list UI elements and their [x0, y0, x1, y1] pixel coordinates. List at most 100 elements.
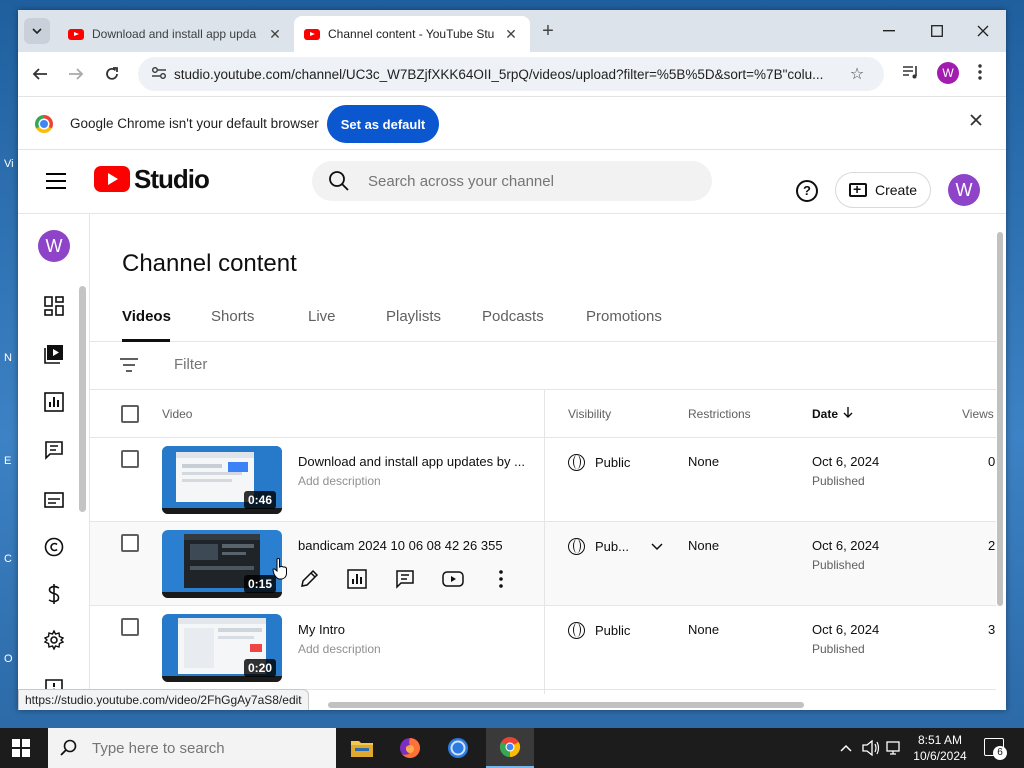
taskbar-chrome[interactable]: [486, 728, 534, 768]
column-header-visibility[interactable]: Visibility: [568, 407, 611, 421]
browser-tab-download-guide[interactable]: Download and install app upda ✕: [58, 16, 294, 52]
channel-avatar[interactable]: W: [38, 230, 70, 262]
tab-videos[interactable]: Videos: [122, 308, 171, 325]
volume-icon[interactable]: [862, 739, 880, 759]
sidebar-item-settings[interactable]: [18, 620, 90, 660]
back-button[interactable]: [28, 62, 52, 86]
video-thumbnail[interactable]: 0:15: [162, 530, 282, 598]
maximize-button[interactable]: [914, 16, 960, 46]
visibility-cell[interactable]: Public: [568, 454, 630, 471]
taskbar-firefox[interactable]: [386, 728, 434, 768]
chrome-profile-avatar[interactable]: W: [937, 62, 959, 84]
edit-pencil-icon[interactable]: [298, 568, 322, 592]
youtube-play-icon[interactable]: [442, 568, 466, 592]
visibility-cell[interactable]: Public: [568, 622, 630, 639]
table-row[interactable]: 0:46 Download and install app updates by…: [90, 438, 996, 522]
address-bar[interactable]: studio.youtube.com/channel/UC3c_W7BZjfXK…: [138, 57, 884, 91]
account-avatar[interactable]: W: [948, 174, 980, 206]
chrome-icon: [499, 737, 521, 758]
tab-live[interactable]: Live: [308, 308, 336, 325]
sidebar-item-copyright[interactable]: [18, 527, 90, 567]
minimize-button[interactable]: [866, 16, 912, 46]
video-description[interactable]: Add description: [298, 474, 381, 488]
channel-search-box[interactable]: [312, 161, 712, 201]
table-row[interactable]: 0:20 My Intro Add description Public Non…: [90, 606, 996, 690]
content-vertical-scrollbar[interactable]: [997, 232, 1003, 606]
taskbar-blue-app[interactable]: [434, 728, 482, 768]
search-input[interactable]: [368, 172, 688, 190]
select-all-checkbox[interactable]: [121, 405, 139, 423]
video-title[interactable]: Download and install app updates by ...: [298, 454, 528, 469]
column-header-restrictions[interactable]: Restrictions: [688, 407, 751, 421]
chevron-down-icon: [32, 28, 42, 34]
chrome-menu-icon[interactable]: [978, 64, 982, 85]
column-header-views[interactable]: Views: [962, 407, 994, 421]
default-browser-infobar: Google Chrome isn't your default browser…: [18, 96, 1006, 150]
comments-icon[interactable]: [394, 568, 418, 592]
column-header-video: Video: [162, 407, 193, 421]
studio-logo-text[interactable]: Studio: [134, 164, 210, 195]
media-controls-icon[interactable]: [902, 64, 920, 85]
video-title[interactable]: bandicam 2024 10 06 08 42 26 355: [298, 538, 528, 553]
content-icon: [44, 345, 63, 364]
taskbar-search-input[interactable]: [92, 739, 312, 757]
taskbar-file-explorer[interactable]: [338, 728, 386, 768]
video-description[interactable]: Add description: [298, 642, 381, 656]
sidebar-item-earn[interactable]: [18, 574, 90, 614]
site-settings-icon[interactable]: [144, 66, 174, 83]
taskbar-clock[interactable]: 8:51 AM 10/6/2024: [905, 732, 975, 764]
taskbar-search-box[interactable]: [48, 728, 336, 768]
help-icon[interactable]: ?: [796, 180, 818, 202]
content-horizontal-scrollbar[interactable]: [328, 702, 804, 708]
tray-chevron-up-icon[interactable]: [840, 740, 852, 755]
tab-title: Channel content - YouTube Stu: [328, 27, 495, 41]
publish-status: Published: [812, 558, 865, 572]
notification-count-badge: 6: [993, 746, 1007, 760]
youtube-logo-icon[interactable]: [94, 166, 130, 192]
restrictions-value: None: [688, 454, 720, 469]
close-window-button[interactable]: [960, 16, 1006, 46]
visibility-dropdown[interactable]: Pub...: [568, 538, 663, 555]
sort-descending-icon[interactable]: [842, 406, 854, 421]
tab-search-button[interactable]: [24, 18, 50, 44]
chevron-down-icon[interactable]: [651, 542, 663, 551]
browser-tab-channel-content[interactable]: Channel content - YouTube Stu ✕: [294, 16, 530, 52]
video-thumbnail[interactable]: 0:20: [162, 614, 282, 682]
more-options-icon[interactable]: [490, 568, 514, 592]
tab-shorts[interactable]: Shorts: [211, 308, 254, 325]
video-thumbnail[interactable]: 0:46: [162, 446, 282, 514]
network-icon[interactable]: [886, 740, 902, 759]
hamburger-menu-icon[interactable]: [46, 173, 66, 189]
new-tab-button[interactable]: +: [538, 20, 558, 43]
reload-button[interactable]: [100, 62, 124, 86]
create-button[interactable]: Create: [835, 172, 931, 208]
search-icon: [328, 170, 350, 192]
analytics-icon[interactable]: [346, 568, 370, 592]
column-header-date[interactable]: Date: [812, 407, 838, 421]
filter-icon[interactable]: [120, 358, 138, 376]
sidebar-scrollbar[interactable]: [79, 286, 86, 512]
studio-sidebar: W: [18, 214, 90, 710]
infobar-close-icon[interactable]: [970, 113, 982, 131]
tab-close-icon[interactable]: ✕: [502, 26, 520, 43]
browser-toolbar: studio.youtube.com/channel/UC3c_W7BZjfXK…: [18, 52, 1006, 96]
url-text[interactable]: studio.youtube.com/channel/UC3c_W7BZjfXK…: [174, 67, 842, 82]
set-as-default-button[interactable]: Set as default: [327, 105, 439, 143]
link-status-bubble: https://studio.youtube.com/video/2FhGgAy…: [18, 689, 309, 710]
maximize-icon: [931, 25, 943, 37]
video-title[interactable]: My Intro: [298, 622, 528, 637]
row-checkbox[interactable]: [121, 534, 139, 552]
tab-podcasts[interactable]: Podcasts: [482, 308, 544, 325]
forward-button[interactable]: [64, 62, 88, 86]
bookmark-star-icon[interactable]: ☆: [842, 64, 872, 84]
reload-icon: [106, 67, 118, 80]
tab-close-icon[interactable]: ✕: [266, 26, 284, 43]
filter-input[interactable]: [174, 356, 374, 373]
row-checkbox[interactable]: [121, 450, 139, 468]
row-checkbox[interactable]: [121, 618, 139, 636]
firefox-icon: [400, 738, 420, 758]
table-row[interactable]: 0:15 bandicam 2024 10 06 08 42 26 355 Pu…: [90, 522, 996, 606]
windows-start-icon[interactable]: [12, 739, 30, 757]
tab-playlists[interactable]: Playlists: [386, 308, 441, 325]
tab-promotions[interactable]: Promotions: [586, 308, 662, 325]
